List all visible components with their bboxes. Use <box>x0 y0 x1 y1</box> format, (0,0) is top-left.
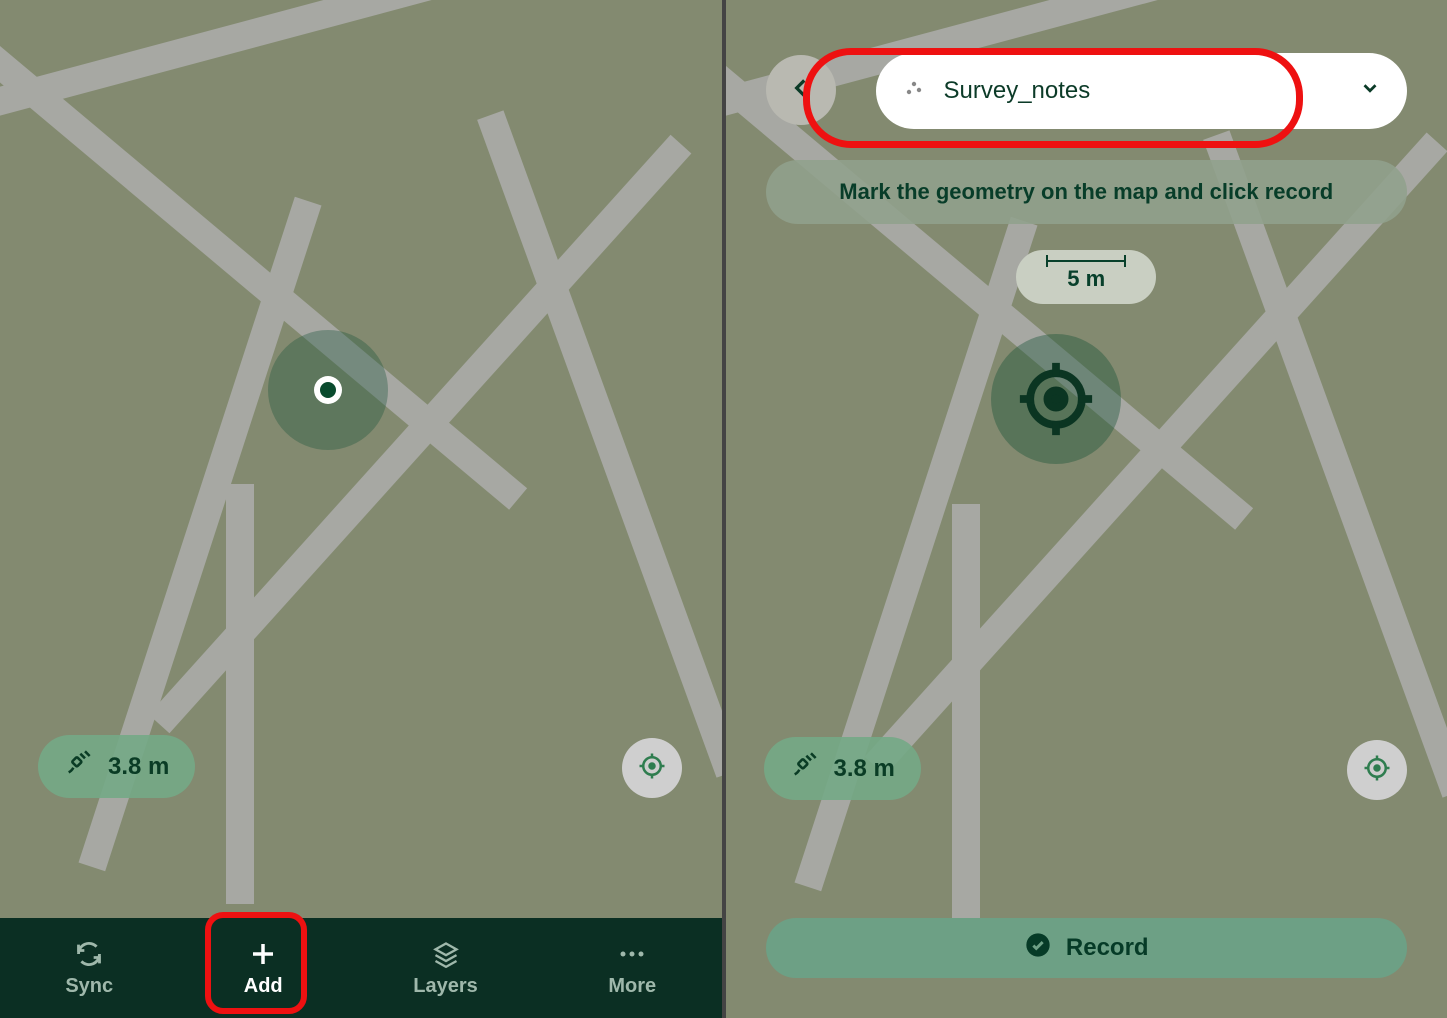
back-button[interactable] <box>766 55 836 125</box>
record-button[interactable]: Record <box>766 918 1408 978</box>
gps-accuracy-chip[interactable]: 3.8 m <box>764 737 921 800</box>
left-screen: 3.8 m Sync <box>0 0 726 1018</box>
recenter-button[interactable] <box>622 738 682 798</box>
scatter-dots-icon <box>902 76 926 107</box>
layer-selector[interactable]: Survey_notes <box>876 53 1408 129</box>
layer-selector-label: Survey_notes <box>944 77 1091 105</box>
plus-icon <box>248 939 278 969</box>
satellite-icon <box>790 751 818 786</box>
nav-more[interactable]: More <box>608 939 656 998</box>
location-beacon <box>268 330 388 450</box>
target-reticle-icon <box>1013 356 1099 442</box>
layers-icon <box>431 939 461 969</box>
satellite-icon <box>64 749 92 784</box>
right-screen: Survey_notes Mark the geometry on the ma… <box>726 0 1447 1018</box>
gps-accuracy-value: 3.8 m <box>834 755 895 783</box>
nav-layers-label: Layers <box>413 975 478 998</box>
nav-sync[interactable]: Sync <box>65 939 113 998</box>
nav-sync-label: Sync <box>65 975 113 998</box>
dots-icon <box>617 939 647 969</box>
gps-accuracy-chip[interactable]: 3.8 m <box>38 735 195 798</box>
check-circle-icon <box>1024 931 1052 966</box>
scale-bar-icon <box>1046 260 1126 262</box>
chevron-down-icon <box>1359 77 1381 106</box>
instruction-text: Mark the geometry on the map and click r… <box>839 179 1333 205</box>
nav-add-label: Add <box>244 975 283 998</box>
nav-layers[interactable]: Layers <box>413 939 478 998</box>
location-dot <box>314 376 342 404</box>
capture-target <box>991 334 1121 464</box>
nav-more-label: More <box>608 975 656 998</box>
instruction-banner: Mark the geometry on the map and click r… <box>766 160 1408 224</box>
map-scale: 5 m <box>1016 250 1156 304</box>
bottom-nav: Sync Add Layers <box>0 918 722 1018</box>
sync-icon <box>74 939 104 969</box>
gps-accuracy-value: 3.8 m <box>108 753 169 781</box>
chevron-left-icon <box>788 75 814 106</box>
crosshair-icon <box>1362 753 1392 788</box>
crosshair-icon <box>637 751 667 786</box>
record-label: Record <box>1066 934 1149 962</box>
recenter-button[interactable] <box>1347 740 1407 800</box>
nav-add[interactable]: Add <box>244 939 283 998</box>
map-scale-label: 5 m <box>1067 266 1105 292</box>
